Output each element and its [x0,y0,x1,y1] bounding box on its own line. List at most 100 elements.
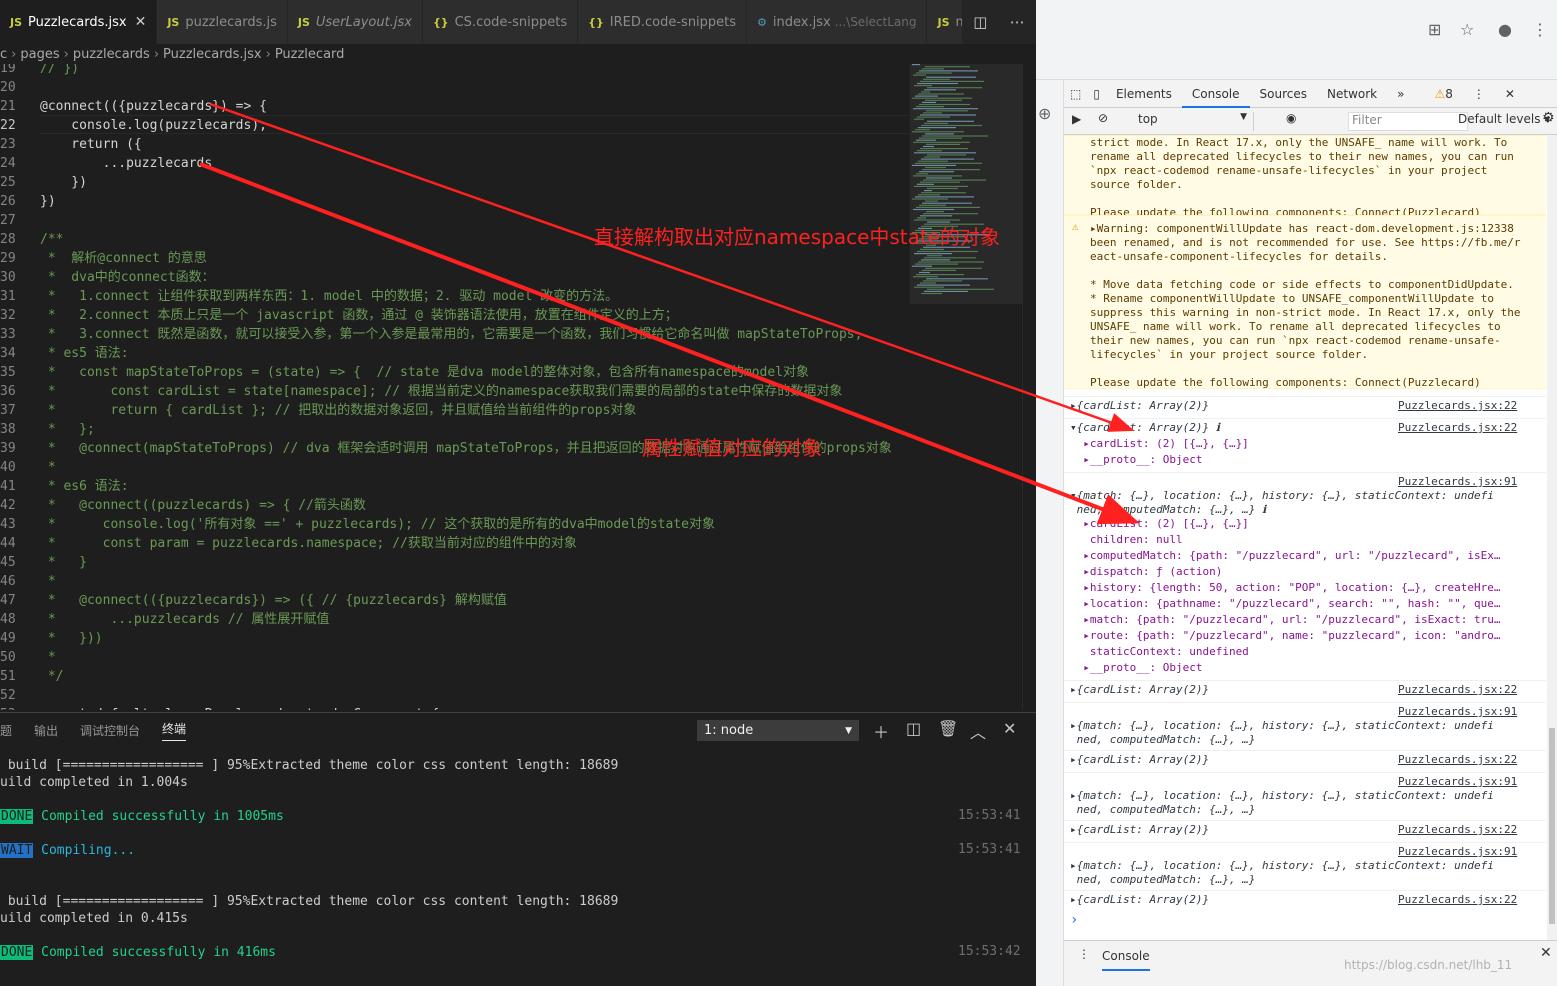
console-log-line[interactable]: ▸{match: {…}, location: {…}, history: {…… [1070,719,1494,733]
clear-console-icon[interactable]: ⊘ [1098,111,1108,125]
maximize-panel-icon[interactable]: ︿ [970,719,986,743]
log-levels-dropdown[interactable]: Default levels ▾ [1458,112,1550,126]
split-editor-icon[interactable]: ◫ [973,13,987,31]
warning-text: lifecycles` in your project source folde… [1090,348,1369,361]
console-log-line[interactable]: ▸computedMatch: {path: "/puzzlecard", ur… [1070,549,1500,563]
breadcrumb-item[interactable]: Puzzlecard [275,47,345,62]
devtools-tab[interactable]: Console [1181,80,1250,108]
panel-tab[interactable]: 输出 [34,722,58,739]
console-log-line[interactable]: ▾{cardList: Array(2)} ℹ [1070,421,1220,435]
terminal-select[interactable]: 1: node ▼ [697,720,859,741]
minimap-slider[interactable] [910,64,1022,304]
close-icon[interactable]: ✕ [135,14,147,30]
console-toolbar: ▶ ⊘ top ▼ ◉ Filter Default levels ▾ ⚙ [1064,108,1557,135]
terminal[interactable]: build [================== ] 95%Extracted… [0,757,1036,986]
console-log-line[interactable]: ▸history: {length: 50, action: "POP", lo… [1070,581,1500,595]
console-log-line[interactable]: ▸{cardList: Array(2)} [1070,893,1209,907]
devtools-tab[interactable]: » [1387,80,1414,108]
filter-input[interactable]: Filter [1348,112,1468,131]
close-devtools-icon[interactable]: ✕ [1495,80,1525,108]
split-terminal-icon[interactable]: ◫ [906,719,921,738]
console-log-line[interactable]: ▸{cardList: Array(2)} [1070,753,1209,767]
source-link[interactable]: Puzzlecards.jsx:22 [1398,683,1517,697]
console-log-line[interactable]: ned, computedMatch: {…}, …} [1070,733,1256,747]
line-number: 40 [0,460,16,475]
code-line: 32 * 2.connect 本质上只是一个 javascript 函数，通过 … [0,306,910,325]
source-link[interactable]: Puzzlecards.jsx:22 [1398,421,1517,435]
source-link[interactable]: Puzzlecards.jsx:91 [1398,705,1517,719]
devtools-menu-icon[interactable]: ⋮ [1463,80,1495,108]
devtools-tab[interactable]: Sources [1250,80,1317,108]
source-link[interactable]: Puzzlecards.jsx:22 [1398,893,1517,907]
tab-label: Puzzlecards.jsx [28,14,127,30]
panel-tab[interactable]: 终端 [162,720,187,741]
console-log-line[interactable]: ▸match: {path: "/puzzlecard", url: "/puz… [1070,613,1500,627]
editor-tab[interactable]: JS puzzlecards.js [157,0,288,44]
profile-icon[interactable]: ● [1498,20,1512,39]
console-log-line[interactable]: ▾{match: {…}, location: {…}, history: {…… [1070,489,1494,503]
console-log-line[interactable]: ▸cardList: (2) [{…}, {…}] [1070,517,1249,531]
console-log-line[interactable]: ▸cardList: (2) [{…}, {…}] [1070,437,1249,451]
new-terminal-icon[interactable]: ＋ [873,719,889,743]
console-log-line[interactable]: ▸{cardList: Array(2)} [1070,399,1209,413]
editor-tab[interactable]: {} IRED.code-snippets [578,0,748,44]
star-icon[interactable]: ☆ [1460,20,1474,39]
console-log-line[interactable]: ▸{match: {…}, location: {…}, history: {…… [1070,859,1494,873]
translate-icon[interactable]: ⊞ [1428,20,1441,39]
inspect-icon[interactable]: ⬚ [1064,80,1087,108]
context-select[interactable]: top ▼ [1136,112,1254,131]
editor-tab[interactable]: ⚙ index.jsx ...\SelectLang [747,0,928,44]
warning-text: strict mode. In React 17.x, only the UNS… [1090,136,1508,149]
console-log-line[interactable]: ▸{match: {…}, location: {…}, history: {…… [1070,789,1494,803]
chrome-toolbar: ⊞ ☆ ● ⋮ [1036,0,1557,80]
console-log-line[interactable]: ▸__proto__: Object [1070,453,1202,467]
console-log-line[interactable]: ned, computedMatch: {…}, …} [1070,803,1256,817]
sidebar-toggle-icon[interactable]: ▶ [1072,112,1081,126]
tab-label: puzzlecards.js [185,14,277,30]
console-log-line[interactable]: › [1070,913,1078,927]
console-log-line[interactable]: ▸{cardList: Array(2)} [1070,683,1209,697]
breadcrumb-item[interactable]: pages [20,47,59,62]
source-link[interactable]: Puzzlecards.jsx:91 [1398,475,1517,489]
console-log-line[interactable]: ▸location: {pathname: "/puzzlecard", sea… [1070,597,1500,611]
source-link[interactable]: Puzzlecards.jsx:22 [1398,823,1517,837]
console-log-line[interactable]: ned, computedMatch: {…}, …} ℹ [1070,503,1267,517]
editor-tab[interactable]: JS UserLayout.jsx [287,0,423,44]
console-log-line[interactable]: ▸route: {path: "/puzzlecard", name: "puz… [1070,629,1500,643]
source-link[interactable]: Puzzlecards.jsx:91 [1398,845,1517,859]
source-link[interactable]: Puzzlecards.jsx:22 [1398,399,1517,413]
source-link[interactable]: Puzzlecards.jsx:91 [1398,775,1517,789]
console-log-line[interactable]: ▸__proto__: Object [1070,661,1202,675]
more-actions-icon[interactable]: ⋯ [1010,13,1025,31]
console-log-line[interactable]: ▸{cardList: Array(2)} [1070,823,1209,837]
devtools-tab[interactable]: Elements [1106,80,1182,108]
panel-tab[interactable]: 调试控制台 [80,722,140,739]
code-editor[interactable]: 19 // }) 20 21 @connect(({puzzlecards}) => {… [0,64,1022,710]
breadcrumb-item[interactable]: Puzzlecards.jsx [163,47,262,62]
console-log-line[interactable]: staticContext: undefined [1070,645,1249,659]
close-drawer-icon[interactable]: ✕ [1540,945,1552,961]
chrome-menu-icon[interactable]: ⋮ [1532,20,1548,39]
breadcrumb-item[interactable]: puzzlecards [73,47,150,62]
console-output[interactable]: strict mode. In React 17.x, only the UNS… [1064,135,1557,940]
device-toolbar-icon[interactable]: ▯ [1087,80,1106,108]
panel-tab[interactable]: 题 [0,722,12,739]
source-link[interactable]: Puzzlecards.jsx:22 [1398,753,1517,767]
drawer-menu-icon[interactable]: ⋮ [1078,947,1090,961]
drawer-tab-console[interactable]: Console [1102,941,1150,971]
editor-tab[interactable]: JS Puzzlecards.jsx ✕ [0,0,158,44]
editor-tab[interactable]: {} CS.code-snippets [422,0,579,44]
close-panel-icon[interactable]: ✕ [1003,719,1016,738]
devtools-tab[interactable]: Network [1317,80,1387,108]
console-scroll-thumb[interactable] [1549,728,1555,924]
warning-count-value: 8 [1445,86,1453,101]
editor-scrollbar[interactable] [1022,64,1036,710]
trash-icon[interactable]: 🗑 [938,719,958,738]
eye-icon[interactable]: ◉ [1286,111,1296,125]
console-log-line[interactable]: children: null [1070,533,1183,547]
settings-gear-icon[interactable]: ⚙ [1542,110,1555,126]
console-log-line[interactable]: ned, computedMatch: {…}, …} [1070,873,1256,887]
warning-count[interactable]: ⚠8 [1424,80,1462,108]
breadcrumb-item[interactable]: c [0,47,7,62]
console-log-line[interactable]: ▸dispatch: ƒ (action) [1070,565,1222,579]
